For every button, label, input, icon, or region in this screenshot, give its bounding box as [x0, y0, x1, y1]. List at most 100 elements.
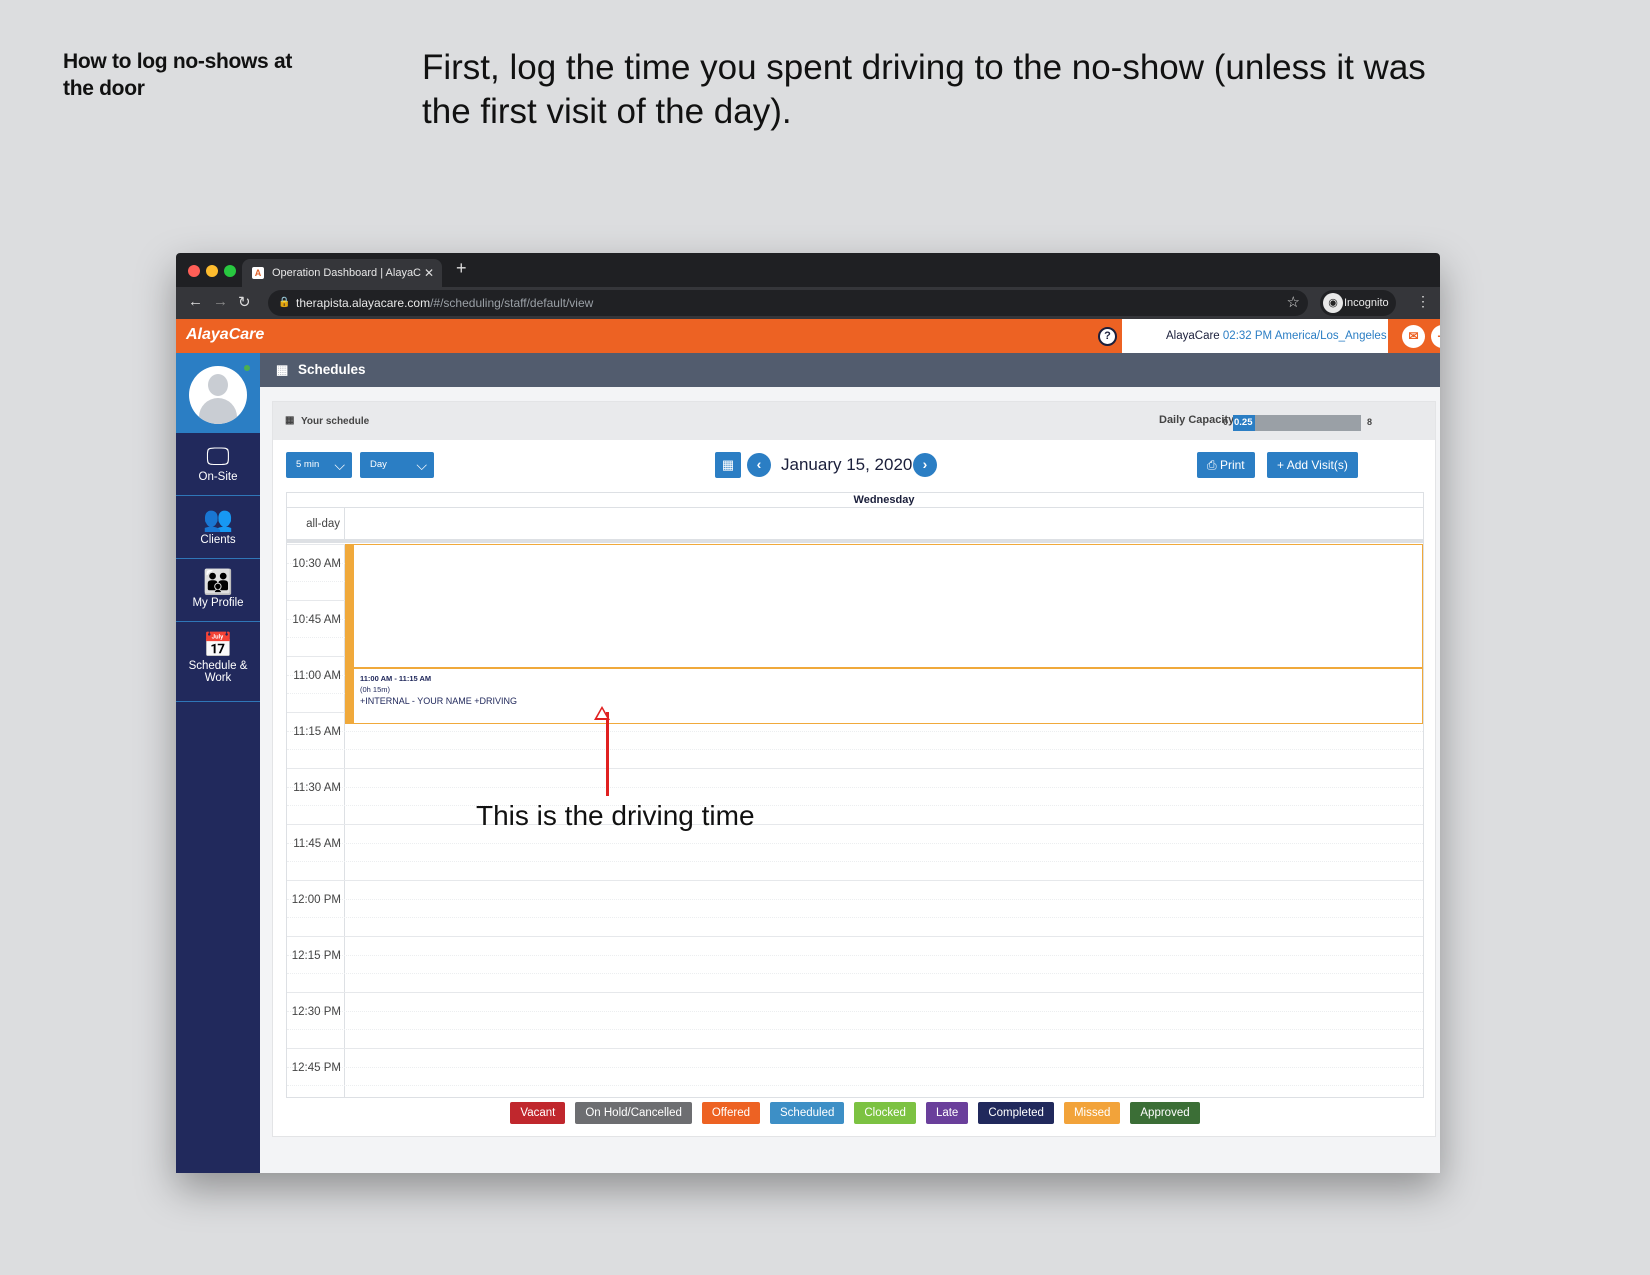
time-slot[interactable] [287, 730, 1423, 732]
time-label: 11:45 AM [293, 838, 341, 850]
time-slot[interactable] [287, 749, 1423, 751]
url-host: therapista.alayacare.com [296, 296, 431, 310]
time-slot[interactable] [287, 898, 1423, 900]
people-icon: 👥 [203, 506, 233, 533]
time-slot[interactable] [287, 954, 1423, 956]
print-button[interactable]: ⎙ Print [1197, 452, 1255, 478]
time-label: 11:30 AM [293, 782, 341, 794]
capacity-bar: 0.25 [1233, 415, 1361, 431]
time-grid[interactable]: 10:30 AM 10:45 AM 11:00 AM 11:15 AM 11:30 AM… [287, 544, 1423, 1097]
tab-bar: A Operation Dashboard | AlayaC ✕ + [176, 253, 1440, 287]
maximize-window-icon[interactable] [224, 265, 236, 277]
time-slot[interactable] [287, 973, 1423, 975]
sidebar-item-my-profile[interactable]: 👪 My Profile [176, 559, 260, 622]
mail-icon[interactable]: ✉ [1402, 325, 1425, 348]
next-day-button[interactable]: › [913, 453, 937, 477]
browser-tab[interactable]: A Operation Dashboard | AlayaC ✕ [242, 259, 442, 287]
legend-item: Vacant [510, 1102, 566, 1124]
sidebar-item-schedule-work[interactable]: 📅 Schedule & Work [176, 622, 260, 702]
time-label: 12:00 PM [291, 894, 341, 906]
event-time: 11:00 AM - 11:15 AM [360, 674, 432, 683]
time-slot[interactable] [287, 861, 1423, 863]
timezone: America/Los_Angeles [1274, 330, 1387, 342]
time-label: 12:45 PM [291, 1062, 341, 1074]
current-date: January 15, 2020 [781, 455, 913, 474]
time-slot[interactable] [287, 1029, 1423, 1031]
new-tab-icon[interactable]: + [456, 258, 467, 279]
url-bar: ← → ↻ 🔒 therapista.alayacare.com/#/sched… [176, 287, 1440, 319]
legend-item: Offered [701, 1102, 761, 1124]
all-day-row[interactable]: all-day [287, 508, 1423, 543]
time-slot[interactable] [287, 1066, 1423, 1068]
url-path: /#/scheduling/staff/default/view [430, 296, 594, 310]
interval-select[interactable]: 5 min ⌵ [286, 452, 352, 478]
incognito-label: Incognito [1344, 297, 1389, 309]
reload-icon[interactable]: ↻ [238, 293, 251, 311]
alayacare-logo[interactable]: AlayaCare [186, 326, 264, 344]
driving-visit-event[interactable]: 11:00 AM - 11:15 AM (0h 15m) +INTERNAL - Y… [345, 668, 1423, 724]
chevron-down-icon: ⌵ [416, 457, 427, 473]
incognito-badge[interactable]: ◉ Incognito [1320, 290, 1396, 316]
lock-icon: 🔒 [278, 297, 291, 308]
view-select[interactable]: Day ⌵ [360, 452, 434, 478]
time-slot[interactable] [287, 936, 1423, 937]
time-slot[interactable] [287, 842, 1423, 844]
address-bar[interactable]: 🔒 therapista.alayacare.com/#/scheduling/… [268, 290, 1308, 316]
time-slot[interactable] [287, 917, 1423, 919]
logout-icon[interactable]: ⇥ [1431, 325, 1440, 348]
legend-item: Clocked [854, 1102, 916, 1124]
previous-day-button[interactable]: ‹ [747, 453, 771, 477]
time-slot[interactable] [287, 1010, 1423, 1012]
profile-area[interactable] [176, 353, 260, 433]
sidebar-item-on-site[interactable]: 🖵 On-Site [176, 433, 260, 496]
panel-title: Your schedule [301, 416, 370, 427]
time-slot[interactable] [287, 824, 1423, 825]
all-day-label: all-day [306, 518, 340, 530]
time-slot[interactable] [287, 880, 1423, 881]
side-title: How to log no-shows at the door [63, 50, 293, 100]
time-slot[interactable] [287, 1048, 1423, 1049]
alayacare-favicon-icon: A [252, 267, 264, 279]
app-header: AlayaCare ? AlayaCare 02:32 PM America/L… [176, 319, 1440, 353]
time-slot[interactable] [287, 768, 1423, 769]
time-slot[interactable] [287, 786, 1423, 788]
capacity-max: 8 [1367, 417, 1373, 427]
time-slot[interactable] [287, 992, 1423, 993]
time-label: 12:30 PM [291, 1006, 341, 1018]
forward-icon[interactable]: → [213, 293, 228, 310]
browser-menu-icon[interactable]: ⋮ [1416, 293, 1430, 310]
add-visit-button[interactable]: + Add Visit(s) [1267, 452, 1358, 478]
current-time: 02:32 PM [1222, 330, 1273, 342]
time-label: 12:15 PM [291, 950, 341, 962]
chevron-left-icon: ‹ [756, 456, 762, 472]
legend-item: On Hold/Cancelled [575, 1102, 692, 1124]
legend-item: Completed [978, 1102, 1054, 1124]
capacity-min: 0 [1223, 417, 1229, 427]
date-picker-button[interactable]: ▦ [715, 452, 741, 478]
help-icon[interactable]: ? [1098, 327, 1117, 346]
sidebar-item-label: Clients [200, 534, 236, 546]
back-icon[interactable]: ← [188, 293, 203, 310]
chevron-down-icon: ⌵ [334, 457, 345, 473]
time-slot[interactable] [287, 805, 1423, 807]
print-label: Print [1219, 458, 1245, 472]
tab-title: Operation Dashboard | AlayaC [272, 267, 421, 279]
calendar-icon: ▦ [721, 457, 735, 472]
sidebar: 🖵 On-Site 👥 Clients 👪 My Profile 📅 Sched… [176, 353, 260, 1173]
schedule-panel: ▦ Your schedule Daily Capacity 0 0.25 8 … [272, 401, 1436, 1137]
time-label: 10:30 AM [292, 558, 341, 570]
close-tab-icon[interactable]: ✕ [424, 259, 434, 287]
minimize-window-icon[interactable] [206, 265, 218, 277]
page-header: ▦ Schedules [260, 353, 1440, 387]
close-window-icon[interactable] [188, 265, 200, 277]
bookmark-star-icon[interactable]: ☆ [1287, 290, 1300, 316]
capacity-fill: 0.25 [1233, 415, 1255, 431]
avatar[interactable] [189, 366, 247, 424]
day-header: Wednesday [287, 493, 1423, 508]
sidebar-item-clients[interactable]: 👥 Clients [176, 496, 260, 559]
time-slot[interactable] [287, 1085, 1423, 1087]
sidebar-item-label: On-Site [198, 471, 238, 483]
schedule-event-block[interactable] [345, 544, 1423, 668]
calendar-toolbar: 5 min ⌵ Day ⌵ ▦ ‹ January 15, 2020 › ⎙ P… [273, 452, 1437, 482]
user-info: ? AlayaCare 02:32 PM America/Los_Angeles [1098, 319, 1388, 353]
